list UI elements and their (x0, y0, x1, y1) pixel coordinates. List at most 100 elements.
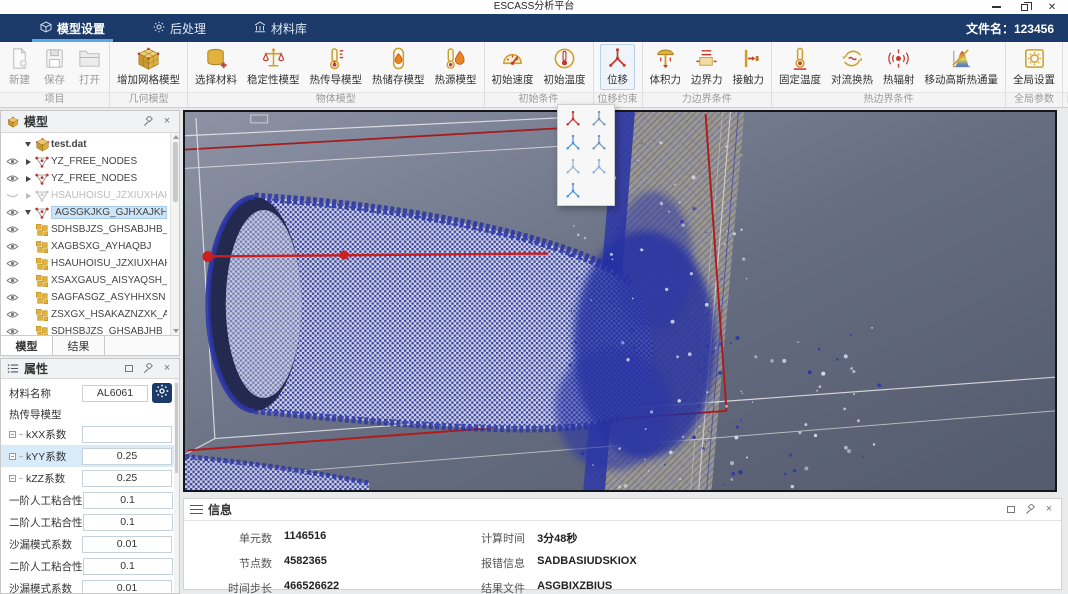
material-name-input[interactable] (82, 385, 148, 402)
toolbar-button-heat-source[interactable]: 热源模型 (430, 44, 482, 90)
info-field: 结果文件ASGBIXZBIUS (459, 580, 637, 594)
close-icon[interactable]: × (161, 116, 173, 128)
tree-branch-icon[interactable] (9, 453, 16, 460)
model-tree: test.datYZ_FREE_NODESYZ_FREE_NODESHSAUHO… (1, 133, 179, 335)
tree-item[interactable]: XSAXGAUS_AISYAQSH_ASHX (1, 272, 179, 289)
caret-down-icon[interactable] (23, 142, 33, 147)
close-icon[interactable]: × (1043, 504, 1055, 516)
model-panel-tab-1[interactable]: 模型 (1, 336, 53, 355)
tree-branch-icon[interactable] (9, 475, 16, 482)
property-input[interactable] (82, 426, 172, 443)
tree-item[interactable]: HSAUHOISU_JZXIUXHAHX (1, 255, 179, 272)
node-group-icon (33, 189, 51, 203)
toolbar-button-material-db[interactable]: 选择材料 (190, 44, 242, 90)
property-input[interactable] (82, 536, 172, 553)
tree-scrollbar[interactable] (170, 133, 179, 335)
close-icon[interactable]: ✕ (1046, 2, 1058, 12)
toolbar-button-displacement-triad[interactable]: 位移 (600, 44, 635, 90)
nav-tab-2[interactable]: 后处理 (143, 14, 216, 42)
nav-bar: 模型设置后处理材料库 文件名：123456 (0, 14, 1068, 42)
model-panel-tab-2[interactable]: 结果 (53, 336, 105, 355)
toolbar-button-boundary-force[interactable]: 边界力 (686, 44, 728, 90)
caret-right-icon[interactable] (23, 193, 33, 199)
toolbar-group: 初始速度初始温度初始条件 (485, 42, 594, 107)
mesh-cube-icon (136, 46, 161, 71)
nav-tab-1[interactable]: 模型设置 (30, 14, 115, 42)
toolbar-button-mesh-cube[interactable]: 增加网格模型 (112, 44, 185, 90)
tree-item[interactable]: ZSXGX_HSAKAZNZXK_AHASX (1, 306, 179, 323)
eye-open-icon[interactable] (1, 293, 23, 302)
restore-icon[interactable] (1018, 2, 1030, 12)
caret-right-icon[interactable] (23, 159, 33, 165)
eye-open-icon[interactable] (1, 208, 23, 217)
constraint-triad-7-icon[interactable] (561, 180, 585, 202)
eye-open-icon[interactable] (1, 276, 23, 285)
pin-icon[interactable] (142, 116, 154, 128)
toolbar-button-body-force[interactable]: 体积力 (645, 44, 687, 90)
toolbar-button-fixed-temperature[interactable]: 固定温度 (774, 44, 826, 90)
toolbar-button-heat-storage[interactable]: 热储存模型 (367, 44, 430, 90)
eye-open-icon[interactable] (1, 310, 23, 319)
nav-tab-label: 后处理 (170, 20, 206, 37)
constraint-triad-5-icon[interactable] (561, 156, 585, 178)
toolbar-button-save-file[interactable]: 保存 (37, 44, 72, 90)
tree-root[interactable]: test.dat (1, 136, 179, 153)
eye-open-icon[interactable] (1, 242, 23, 251)
toolbar-button-radiation[interactable]: 热辐射 (878, 44, 920, 90)
eye-closed-icon[interactable] (1, 191, 23, 200)
constraint-triad-6-icon[interactable] (587, 156, 611, 178)
property-input[interactable] (83, 558, 173, 575)
pin-icon[interactable] (142, 363, 154, 375)
tree-item[interactable]: YZ_FREE_NODES (1, 170, 179, 187)
caret-right-icon[interactable] (23, 176, 33, 182)
caret-down-icon[interactable] (23, 210, 33, 215)
restore-panel-icon[interactable] (123, 363, 135, 375)
toolbar-button-open-folder[interactable]: 打开 (72, 44, 107, 90)
eye-open-icon[interactable] (1, 174, 23, 183)
toolbar-button-contact-force[interactable]: 接触力 (728, 44, 770, 90)
constraint-triad-2-icon[interactable] (587, 108, 611, 130)
close-icon[interactable]: × (161, 363, 173, 375)
eye-open-icon[interactable] (1, 157, 23, 166)
tree-item[interactable]: SDHSBJZS_GHSABJHB_ZAHU (1, 221, 179, 238)
tree-item[interactable]: AGSGKJKG_GJHXAJKHXA (1, 204, 179, 221)
material-settings-button[interactable] (152, 383, 172, 403)
nav-tab-3[interactable]: 材料库 (244, 14, 317, 42)
tree-item-label: SAGFASGZ_ASYHHXSN (51, 292, 165, 303)
eye-open-icon[interactable] (1, 327, 23, 335)
tree-item[interactable]: SDHSBJZS_GHSABJHB_ZAHU (1, 323, 179, 335)
toolbar-group: 选择材料稳定性模型热传导模型热储存模型热源模型物体模型 (188, 42, 485, 107)
property-input[interactable] (83, 514, 173, 531)
toolbar-button-init-temperature[interactable]: 初始温度 (539, 44, 591, 90)
constraint-triad-3-icon[interactable] (561, 132, 585, 154)
model-panel-tabs: 模型结果 (1, 335, 179, 355)
constraint-triad-4-icon[interactable] (587, 132, 611, 154)
toolbar-button-convection[interactable]: 对流换热 (826, 44, 878, 90)
eye-open-icon[interactable] (1, 225, 23, 234)
tree-item[interactable]: HSAUHOISU_JZXIUXHAHX (1, 187, 179, 204)
toolbar-button-init-velocity[interactable]: 初始速度 (487, 44, 539, 90)
properties-scrollbar[interactable] (174, 379, 179, 593)
tree-branch-icon[interactable] (9, 431, 16, 438)
property-input[interactable] (82, 448, 172, 465)
toolbar-button-gauss-flux[interactable]: 移动高斯热通量 (920, 44, 1004, 90)
property-input[interactable] (82, 470, 172, 487)
toolbar-button-global-settings[interactable]: 全局设置 (1008, 44, 1060, 90)
save-file-icon (42, 46, 67, 71)
property-input[interactable] (82, 580, 172, 594)
viewport-3d[interactable] (183, 110, 1057, 492)
property-input[interactable] (83, 492, 173, 509)
eye-open-icon[interactable] (1, 259, 23, 268)
tree-item[interactable]: XAGBSXG_AYHAQBJ (1, 238, 179, 255)
model-panel-header: 模型 × (1, 111, 179, 133)
tree-item[interactable]: YZ_FREE_NODES (1, 153, 179, 170)
model-tree-panel: 模型 × test.datYZ_FREE_NODESYZ_FREE_NODESH… (0, 110, 180, 356)
restore-panel-icon[interactable] (1005, 504, 1017, 516)
tree-item[interactable]: SAGFASGZ_ASYHHXSN (1, 289, 179, 306)
toolbar-button-stability-scale[interactable]: 稳定性模型 (242, 44, 305, 90)
minimize-icon[interactable] (990, 2, 1002, 12)
constraint-triad-1-icon[interactable] (561, 108, 585, 130)
toolbar-button-heat-conduction[interactable]: 热传导模型 (305, 44, 368, 90)
toolbar-button-new-file[interactable]: 新建 (2, 44, 37, 90)
pin-icon[interactable] (1024, 504, 1036, 516)
